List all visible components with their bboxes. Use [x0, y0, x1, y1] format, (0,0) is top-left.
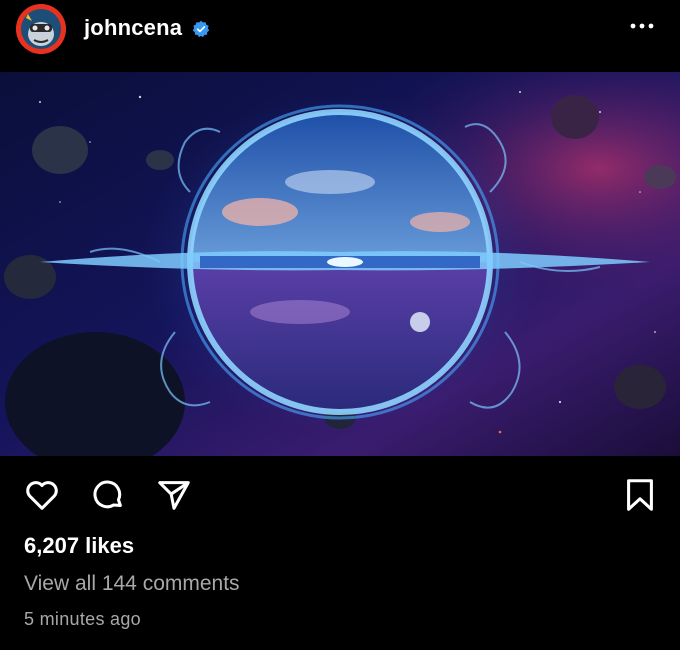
verified-badge-icon	[192, 20, 210, 38]
post-image[interactable]	[0, 72, 680, 456]
more-options-icon[interactable]	[628, 16, 656, 36]
post-username[interactable]: johncena	[84, 15, 182, 41]
likes-count[interactable]: 6,207 likes	[24, 533, 134, 559]
bookmark-icon[interactable]	[621, 476, 659, 514]
heart-icon[interactable]	[23, 476, 61, 514]
instagram-post: johncena 6,207 likes View all 144 commen…	[0, 0, 680, 650]
post-actions	[0, 472, 680, 518]
post-header: johncena	[0, 0, 680, 68]
avatar[interactable]	[16, 4, 66, 54]
comment-bubble-icon[interactable]	[89, 476, 127, 514]
post-timestamp: 5 minutes ago	[24, 609, 141, 629]
view-comments-link[interactable]: View all 144 comments	[24, 572, 240, 596]
space-portal-artwork	[0, 72, 680, 456]
avatar-image	[16, 4, 66, 54]
paper-plane-icon[interactable]	[155, 476, 193, 514]
